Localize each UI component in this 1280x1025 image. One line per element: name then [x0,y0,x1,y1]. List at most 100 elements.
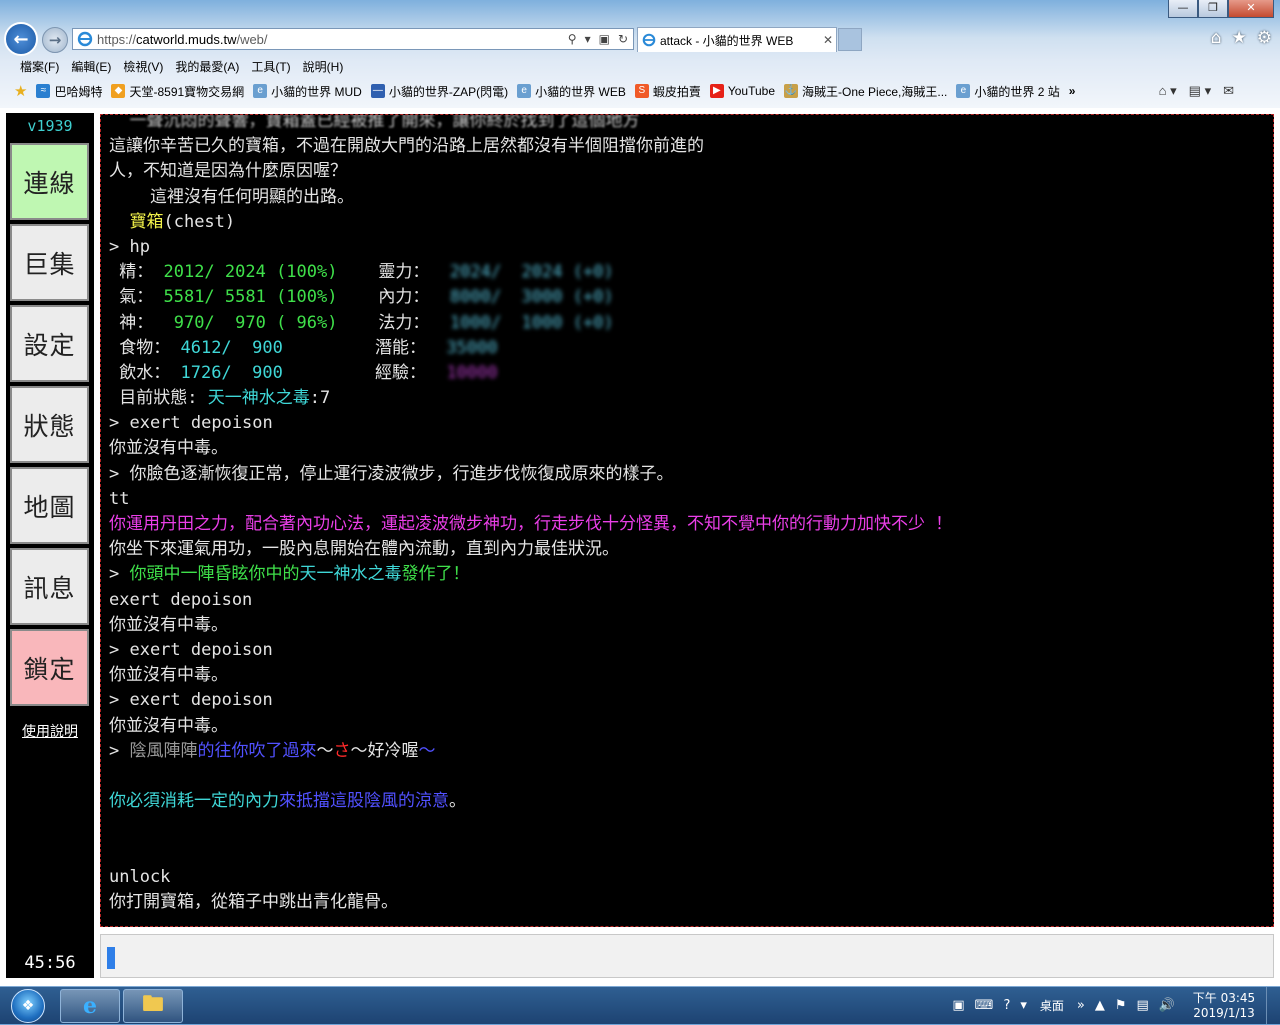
home-icon[interactable]: ⌂ [1211,28,1222,48]
favorite-link[interactable]: e 小貓的世界 MUD [253,83,362,100]
favorites-bar: ★ ≈ 巴哈姆特 ◆ 天堂-8591寶物交易網 e 小貓的世界 MUD — 小貓的世界-… [0,80,1280,102]
gear-icon[interactable]: ⚙ [1257,28,1272,48]
chevron-down-icon[interactable]: ▾ [585,32,591,46]
terminal-output[interactable]: 一聲沉悶的聲響，寶箱蓋已經被推了開來，讓你終於找到了這個地方 這讓你辛苦已久的寶箱… [100,114,1274,927]
forward-button[interactable]: → [42,27,68,53]
terminal-text: 2024/ 2024 (+0) [429,262,614,283]
menu-edit[interactable]: 編輯(E) [65,58,117,75]
arrow-left-icon: ← [13,28,29,50]
favorite-link[interactable]: ◆ 天堂-8591寶物交易網 [111,83,244,100]
chevron-more-icon[interactable]: » [1077,998,1085,1013]
taskbar-explorer-button[interactable]: 🖿 [123,989,183,1023]
terminal-text: 食物： [109,337,171,358]
address-url[interactable]: https://catworld.muds.tw/web/ [97,32,568,47]
lock-button[interactable]: 鎖定 [10,629,89,706]
messages-button[interactable]: 訊息 [10,548,89,625]
search-icon[interactable]: ⚲ [568,32,577,46]
favorite-link[interactable]: S 蝦皮拍賣 [634,83,701,100]
map-button[interactable]: 地圖 [10,467,89,544]
mail-icon[interactable]: ✉ [1223,83,1234,99]
terminal-text: 飲水： [109,362,171,383]
terminal-text: 法力： [337,312,430,333]
home-page-icon[interactable]: ⌂ ▾ [1159,83,1177,99]
clock-time: 下午 03:45 [1192,990,1256,1005]
terminal-text: ～ [418,740,436,761]
help-icon[interactable]: ? [1003,998,1010,1013]
windows-logo-icon: ❖ [11,989,45,1023]
menu-file[interactable]: 檔案(F) [14,58,65,75]
settings-button[interactable]: 設定 [10,305,89,382]
terminal-text: 你並沒有中毒。 [109,614,228,635]
favorite-link[interactable]: e 小貓的世界 WEB [517,83,626,100]
menu-favorites[interactable]: 我的最愛(A) [169,58,245,75]
command-input[interactable] [105,943,1265,971]
status-button[interactable]: 狀態 [10,386,89,463]
terminal-text: tt [109,488,130,509]
terminal-line: > exert depoison [109,688,1239,713]
terminal-line: 食物： 4612/ 900 潛能： 35000 [109,336,1239,361]
tab-active[interactable]: attack - 小貓的世界 WEB ✕ [637,27,837,52]
favorite-link[interactable]: ▶ YouTube [709,84,775,98]
chevron-down-icon[interactable]: ▾ [1020,998,1027,1013]
close-window-button[interactable]: ✕ [1228,0,1274,18]
terminal-text: 人，不知道是因為什麼原因喔？ [109,161,347,182]
close-tab-icon[interactable]: ✕ [820,33,836,47]
start-button[interactable]: ❖ [6,988,50,1024]
terminal-text: 你必須消耗一定的內力 [109,791,279,812]
maximize-button[interactable]: ❐ [1198,0,1228,18]
minimize-button[interactable]: — [1168,0,1198,18]
chevron-more-icon[interactable]: » [1069,84,1076,98]
terminal-text: さ [333,740,351,761]
menu-tools[interactable]: 工具(T) [245,58,296,75]
desktop-toolbar-label[interactable]: 桌面 [1040,997,1064,1014]
favorite-link[interactable]: ≈ 巴哈姆特 [36,83,102,100]
terminal-text: 內力： [337,287,430,308]
lock-icon[interactable]: ▣ [599,32,610,46]
flag-icon[interactable]: ⚑ [1115,998,1127,1013]
terminal-text: 寶箱 [109,211,164,232]
terminal-text: ～ [316,740,334,761]
favorite-link[interactable]: e 小貓的世界 2 站 [956,83,1060,100]
menu-help[interactable]: 說明(H) [297,58,350,75]
terminal-line: 這讓你辛苦已久的寶箱，不過在開啟大門的沿路上居然都沒有半個阻擋你前進的 [109,134,1239,159]
menu-view[interactable]: 檢視(V) [117,58,169,75]
terminal-text: 1000/ 1000 (+0) [429,312,614,333]
show-desktop-button[interactable] [1266,987,1280,1024]
help-link[interactable]: 使用說明 [6,721,94,741]
keyboard-icon[interactable]: ⌨ [975,998,994,1013]
terminal-lines: 一聲沉悶的聲響，寶箱蓋已經被推了開來，讓你終於找到了這個地方 這讓你辛苦已久的寶箱… [109,115,1239,926]
refresh-icon[interactable]: ↻ [618,32,628,46]
network-icon[interactable]: ▤ [1137,998,1149,1013]
feed-icon[interactable]: ▤ ▾ [1189,83,1211,99]
terminal-text: 好冷喔 [367,740,419,761]
address-bar[interactable]: https://catworld.muds.tw/web/ ⚲ ▾ ▣ ↻ [72,28,634,50]
terminal-text: 天一神水之毒 [207,388,310,409]
terminal-line: 這裡沒有任何明顯的出路。 [109,185,1239,210]
taskbar-ie-button[interactable]: e [60,989,120,1023]
macro-button[interactable]: 巨集 [10,224,89,301]
terminal-line: 你並沒有中毒。 [109,613,1239,638]
pdf-icon[interactable]: ▣ [952,998,964,1013]
favorite-link[interactable]: — 小貓的世界-ZAP(閃電) [370,83,508,100]
star-icon[interactable]: ★ [1232,28,1247,48]
shopee-icon: S [634,84,649,98]
terminal-text: > exert depoison [109,639,273,660]
arrow-right-icon: → [48,31,62,49]
connect-button[interactable]: 連線 [10,143,89,220]
terminal-line: 氣： 5581/ 5581 (100%) 內力： 8000/ 3000 (+0) [109,285,1239,310]
favorites-star-icon[interactable]: ★ [14,82,27,100]
terminal-text: 你打開寶箱，從箱子中跳出青化龍骨。 [109,891,398,912]
system-tray: ▣ ⌨ ? ▾ 桌面 » ▲ ⚑ ▤ 🔊 下午 03:45 2019/1/13 [947,987,1280,1024]
back-button[interactable]: ← [4,22,38,56]
terminal-text: 你頭中一陣昏眩你中的 [129,564,300,585]
new-tab-button[interactable] [838,28,862,51]
ie-logo-icon: e [83,993,97,1019]
terminal-text: 35000 [425,337,498,358]
taskbar-clock[interactable]: 下午 03:45 2019/1/13 [1186,991,1262,1021]
volume-icon[interactable]: 🔊 [1159,998,1175,1013]
favorite-link[interactable]: ⚓ 海賊王-One Piece,海賊王... [784,83,947,100]
terminal-text: 5581/ 5581 (100%) [153,287,338,308]
show-hidden-icons-icon[interactable]: ▲ [1095,998,1105,1013]
clock-date: 2019/1/13 [1193,1005,1255,1020]
